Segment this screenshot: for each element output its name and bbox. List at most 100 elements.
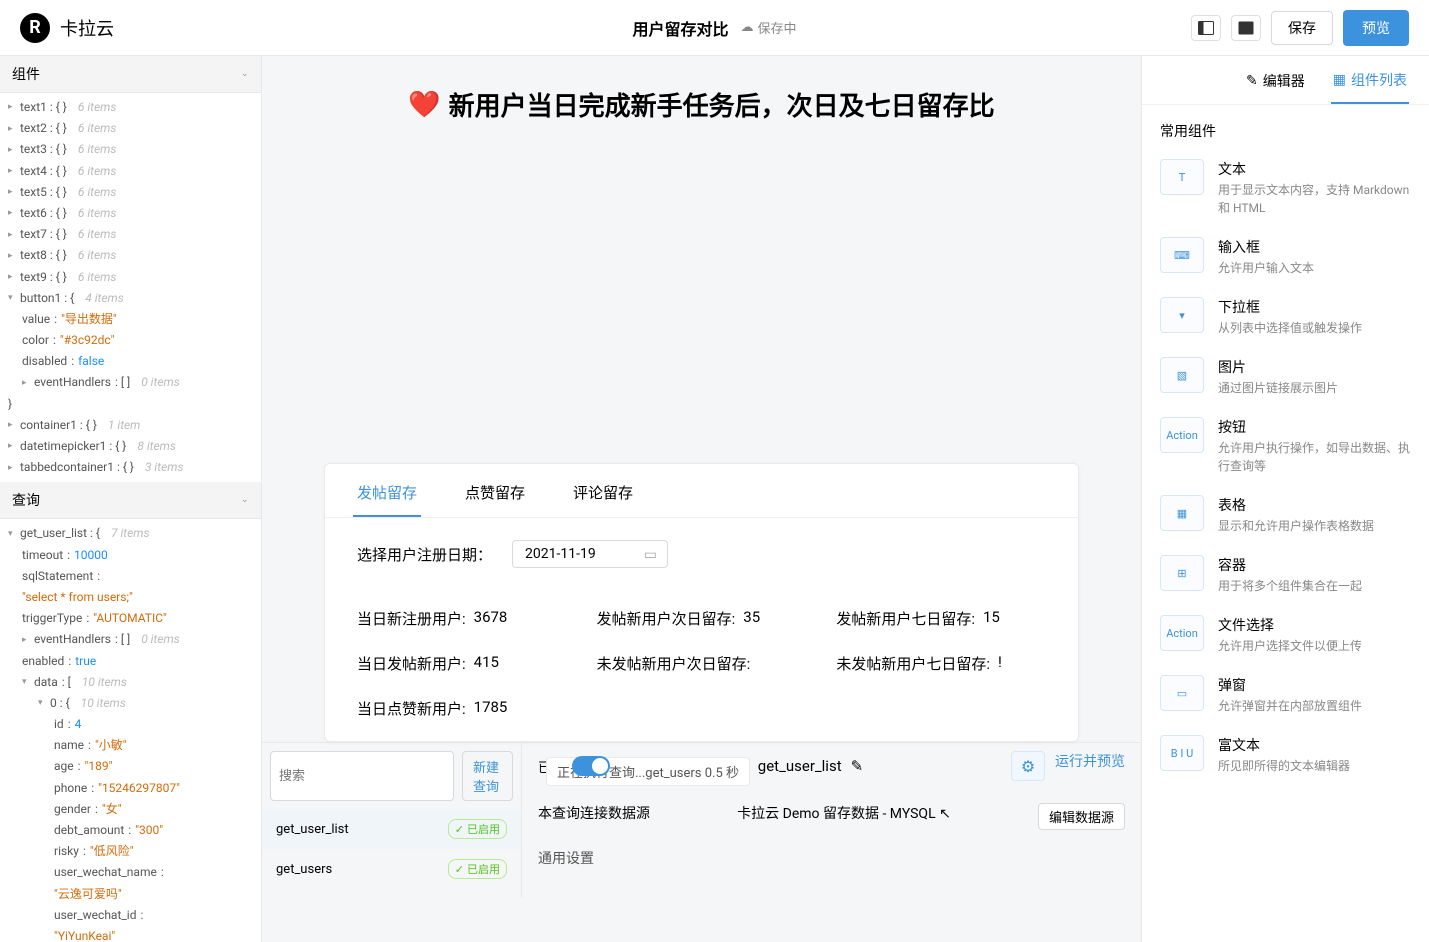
component-item-6[interactable]: ⊞容器用于将多个组件集合在一起 (1142, 545, 1429, 605)
component-item-4[interactable]: Action按钮允许用户执行操作，如导出数据、执行查询等 (1142, 407, 1429, 485)
date-label: 选择用户注册日期： (357, 544, 492, 565)
switch-icon[interactable] (572, 756, 610, 776)
component-name: 表格 (1218, 495, 1411, 515)
component-item-2[interactable]: ▾ 下拉框从列表中选择值或触发操作 (1142, 287, 1429, 347)
main: 组件 ⌄ ▸text1 : { } 6 items ▸text2 : { } 6… (0, 56, 1429, 942)
component-item-0[interactable]: T 文本用于显示文本内容，支持 Markdown 和 HTML (1142, 149, 1429, 227)
component-item-1[interactable]: ⌨输入框允许用户输入文本 (1142, 227, 1429, 287)
tree-button1-value: value : "导出数据" (0, 309, 261, 330)
right-panel: ✎编辑器 ▦组件列表 常用组件 T 文本用于显示文本内容，支持 Markdown … (1141, 56, 1429, 942)
current-query-name[interactable]: get_user_list ✎ (758, 757, 863, 775)
component-item-7[interactable]: Action文件选择允许用户选择文件以便上传 (1142, 605, 1429, 665)
tree-text2[interactable]: ▸text2 : { } 6 items (0, 118, 261, 139)
component-desc: 用于显示文本内容，支持 Markdown 和 HTML (1218, 181, 1411, 217)
date-input[interactable]: 2021-11-19 ▭ (512, 540, 668, 568)
component-item-8[interactable]: ▭弹窗允许弹窗并在内部放置组件 (1142, 665, 1429, 725)
component-item-5[interactable]: ▦ 表格显示和允许用户操作表格数据 (1142, 485, 1429, 545)
tree-button1-disabled: disabled : false (0, 351, 261, 372)
component-icon: ▾ (1160, 297, 1204, 333)
component-name: 容器 (1218, 555, 1411, 575)
tab-editor[interactable]: ✎编辑器 (1244, 70, 1307, 104)
components-tree: ▸text1 : { } 6 items ▸text2 : { } 6 item… (0, 93, 261, 482)
query-item-get-users[interactable]: get_users ✓已启用 (262, 849, 521, 889)
tree-button1[interactable]: ▾button1 : { 4 items (0, 288, 261, 309)
component-desc: 所见即所得的文本编辑器 (1218, 757, 1411, 775)
ds-value: 卡拉云 Demo 留存数据 - MYSQL ↖ (737, 803, 951, 830)
chevron-down-icon: ⌄ (241, 69, 249, 79)
tree-dtp[interactable]: ▸datetimepicker1 : { } 8 items (0, 436, 261, 457)
tree-text6[interactable]: ▸text6 : { } 6 items (0, 203, 261, 224)
calendar-icon: ▭ (644, 547, 657, 563)
component-name: 富文本 (1218, 735, 1411, 755)
cursor-icon: ↖ (939, 806, 951, 822)
component-icon: Action (1160, 615, 1204, 651)
edit-ds-button[interactable]: 编辑数据源 (1038, 803, 1125, 830)
right-panel-tabs: ✎编辑器 ▦组件列表 (1142, 56, 1429, 105)
grid-icon: ▦ (1333, 72, 1346, 88)
heart-icon: ❤️ (408, 90, 440, 120)
query-search-input[interactable] (270, 751, 454, 801)
run-preview-button[interactable]: 运行并预览 (1055, 751, 1125, 781)
left-panel: 组件 ⌄ ▸text1 : { } 6 items ▸text2 : { } 6… (0, 56, 262, 942)
component-icon: Action (1160, 417, 1204, 453)
tree-tc[interactable]: ▸tabbedcontainer1 : { } 3 items (0, 457, 261, 478)
tree-text5[interactable]: ▸text5 : { } 6 items (0, 182, 261, 203)
tree-text9[interactable]: ▸text9 : { } 6 items (0, 267, 261, 288)
query-item-get-user-list[interactable]: get_user_list ✓已启用 (262, 809, 521, 849)
components-panel-header[interactable]: 组件 ⌄ (0, 56, 261, 93)
saving-status: ☁ 保存中 (741, 18, 797, 37)
save-button[interactable]: 保存 (1271, 11, 1333, 45)
tree-button1-color: color : "#3c92dc" (0, 330, 261, 351)
tab-component-list[interactable]: ▦组件列表 (1331, 70, 1409, 104)
component-desc: 允许用户选择文件以便上传 (1218, 637, 1411, 655)
component-desc: 用于将多个组件集合在一起 (1218, 577, 1411, 595)
new-query-button[interactable]: 新建查询 (462, 751, 513, 801)
tab-post-retention[interactable]: 发帖留存 (353, 474, 421, 517)
component-name: 文本 (1218, 159, 1411, 179)
component-icon: ▦ (1160, 495, 1204, 531)
preview-button[interactable]: 预览 (1343, 10, 1409, 46)
edit-icon[interactable]: ✎ (851, 757, 864, 775)
page-title: 用户留存对比 (632, 16, 728, 40)
component-icon: T (1160, 159, 1204, 195)
component-item-9[interactable]: B I U 富文本所见即所得的文本编辑器 (1142, 725, 1429, 785)
component-item-3[interactable]: ▧图片通过图片链接展示图片 (1142, 347, 1429, 407)
layout-sidebar-icon[interactable] (1191, 15, 1221, 41)
card-tabs: 发帖留存 点赞留存 评论留存 (325, 464, 1078, 518)
tree-close: } (0, 394, 261, 415)
tree-text1[interactable]: ▸text1 : { } 6 items (0, 97, 261, 118)
topbar: R 卡拉云 用户留存对比 ☁ 保存中 保存 预览 (0, 0, 1429, 56)
query-list-panel: 新建查询 get_user_list ✓已启用 get_users ✓已启用 (262, 743, 522, 898)
component-icon: B I U (1160, 735, 1204, 771)
tab-like-retention[interactable]: 点赞留存 (461, 474, 529, 517)
component-name: 弹窗 (1218, 675, 1411, 695)
tree-text4[interactable]: ▸text4 : { } 6 items (0, 161, 261, 182)
component-desc: 显示和允许用户操作表格数据 (1218, 517, 1411, 535)
component-desc: 从列表中选择值或触发操作 (1218, 319, 1411, 337)
brand-name: 卡拉云 (60, 15, 114, 41)
pencil-icon: ✎ (1246, 73, 1258, 89)
query-settings-button[interactable]: ⚙ (1011, 751, 1045, 781)
component-desc: 允许用户执行操作，如导出数据、执行查询等 (1218, 439, 1411, 475)
component-desc: 允许用户输入文本 (1218, 259, 1411, 277)
common-components-title: 常用组件 (1142, 105, 1429, 149)
chevron-down-icon: ⌄ (241, 495, 249, 505)
queries-panel-header[interactable]: 查询 ⌄ (0, 482, 261, 519)
top-actions: 保存 预览 (1191, 10, 1409, 46)
component-desc: 允许弹窗并在内部放置组件 (1218, 697, 1411, 715)
tree-text3[interactable]: ▸text3 : { } 6 items (0, 139, 261, 160)
gear-icon: ⚙ (1021, 757, 1035, 776)
tree-button1-eh[interactable]: ▸eventHandlers : [ ] 0 items (0, 372, 261, 393)
tree-text7[interactable]: ▸text7 : { } 6 items (0, 224, 261, 245)
tree-container1[interactable]: ▸container1 : { } 1 item (0, 415, 261, 436)
canvas: ❤️ 新用户当日完成新手任务后，次日及七日留存比 发帖留存 点赞留存 评论留存 … (262, 56, 1141, 942)
brand: R 卡拉云 (20, 13, 114, 43)
component-name: 下拉框 (1218, 297, 1411, 317)
tree-query[interactable]: ▾get_user_list : { 7 items (0, 523, 261, 544)
tree-text8[interactable]: ▸text8 : { } 6 items (0, 245, 261, 266)
retention-card: 发帖留存 点赞留存 评论留存 选择用户注册日期： 2021-11-19 ▭ (324, 463, 1079, 742)
tab-comment-retention[interactable]: 评论留存 (569, 474, 637, 517)
layout-full-icon[interactable] (1231, 15, 1261, 41)
check-icon: ✓ (455, 863, 464, 876)
component-name: 输入框 (1218, 237, 1411, 257)
